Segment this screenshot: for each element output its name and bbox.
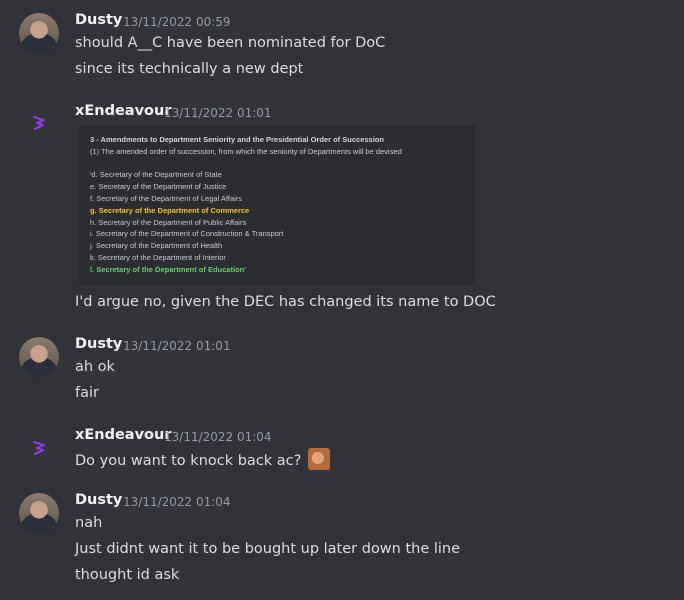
embed-line: k. Secretary of the Department of Interi… <box>90 253 226 262</box>
embed-line-highlight-education: l. Secretary of the Department of Educat… <box>90 265 246 274</box>
message-text: Do you want to knock back ac? <box>75 453 302 469</box>
embed-line: i. Secretary of the Department of Constr… <box>90 229 284 238</box>
message-text: ah ok <box>75 359 115 375</box>
embed-line: (1) The amended order of succession, fro… <box>90 147 404 156</box>
timestamp: 13/11/2022 01:04 <box>123 495 231 509</box>
message-text: I'd argue no, given the DEC has changed … <box>75 294 496 310</box>
username[interactable]: xEndeavour <box>75 103 171 119</box>
message-text: Just didnt want it to be bought up later… <box>75 541 461 557</box>
message-text: fair <box>75 385 99 401</box>
message-text-row: Do you want to knock back ac? <box>75 448 330 472</box>
embed-heading: 3 - Amendments to Department Seniority a… <box>90 135 384 144</box>
username[interactable]: Dusty <box>75 336 122 352</box>
timestamp: 13/11/2022 01:01 <box>164 106 272 120</box>
avatar-dusty[interactable] <box>19 13 59 53</box>
embed-line: e. Secretary of the Department of Justic… <box>90 182 227 191</box>
embed-line: 'd. Secretary of the Department of State <box>90 170 222 179</box>
timestamp: 13/11/2022 01:04 <box>164 430 272 444</box>
username[interactable]: xEndeavour <box>75 427 171 443</box>
avatar-xendeavour[interactable] <box>19 428 59 468</box>
timestamp: 13/11/2022 01:01 <box>123 339 231 353</box>
message-text: nah <box>75 515 103 531</box>
message-text: since its technically a new dept <box>75 61 304 77</box>
message-text: thought id ask <box>75 567 180 583</box>
username[interactable]: Dusty <box>75 12 122 28</box>
username[interactable]: Dusty <box>75 492 122 508</box>
image-attachment[interactable]: 3 - Amendments to Department Seniority a… <box>79 125 475 285</box>
purple-e-logo-icon <box>32 440 46 456</box>
timestamp: 13/11/2022 00:59 <box>123 15 231 29</box>
avatar-dusty[interactable] <box>19 337 59 377</box>
message-text: should A__C have been nominated for DoC <box>75 35 386 51</box>
embed-line-highlight-commerce: g. Secretary of the Department of Commer… <box>90 206 250 215</box>
embed-line: j. Secretary of the Department of Health <box>90 241 223 250</box>
embed-line: h. Secretary of the Department of Public… <box>90 218 247 227</box>
avatar-xendeavour[interactable] <box>19 103 59 143</box>
embed-line: f. Secretary of the Department of Legal … <box>90 194 243 203</box>
avatar-dusty[interactable] <box>19 493 59 533</box>
purple-e-logo-icon <box>32 115 46 131</box>
custom-face-emoji-icon[interactable] <box>307 448 330 470</box>
